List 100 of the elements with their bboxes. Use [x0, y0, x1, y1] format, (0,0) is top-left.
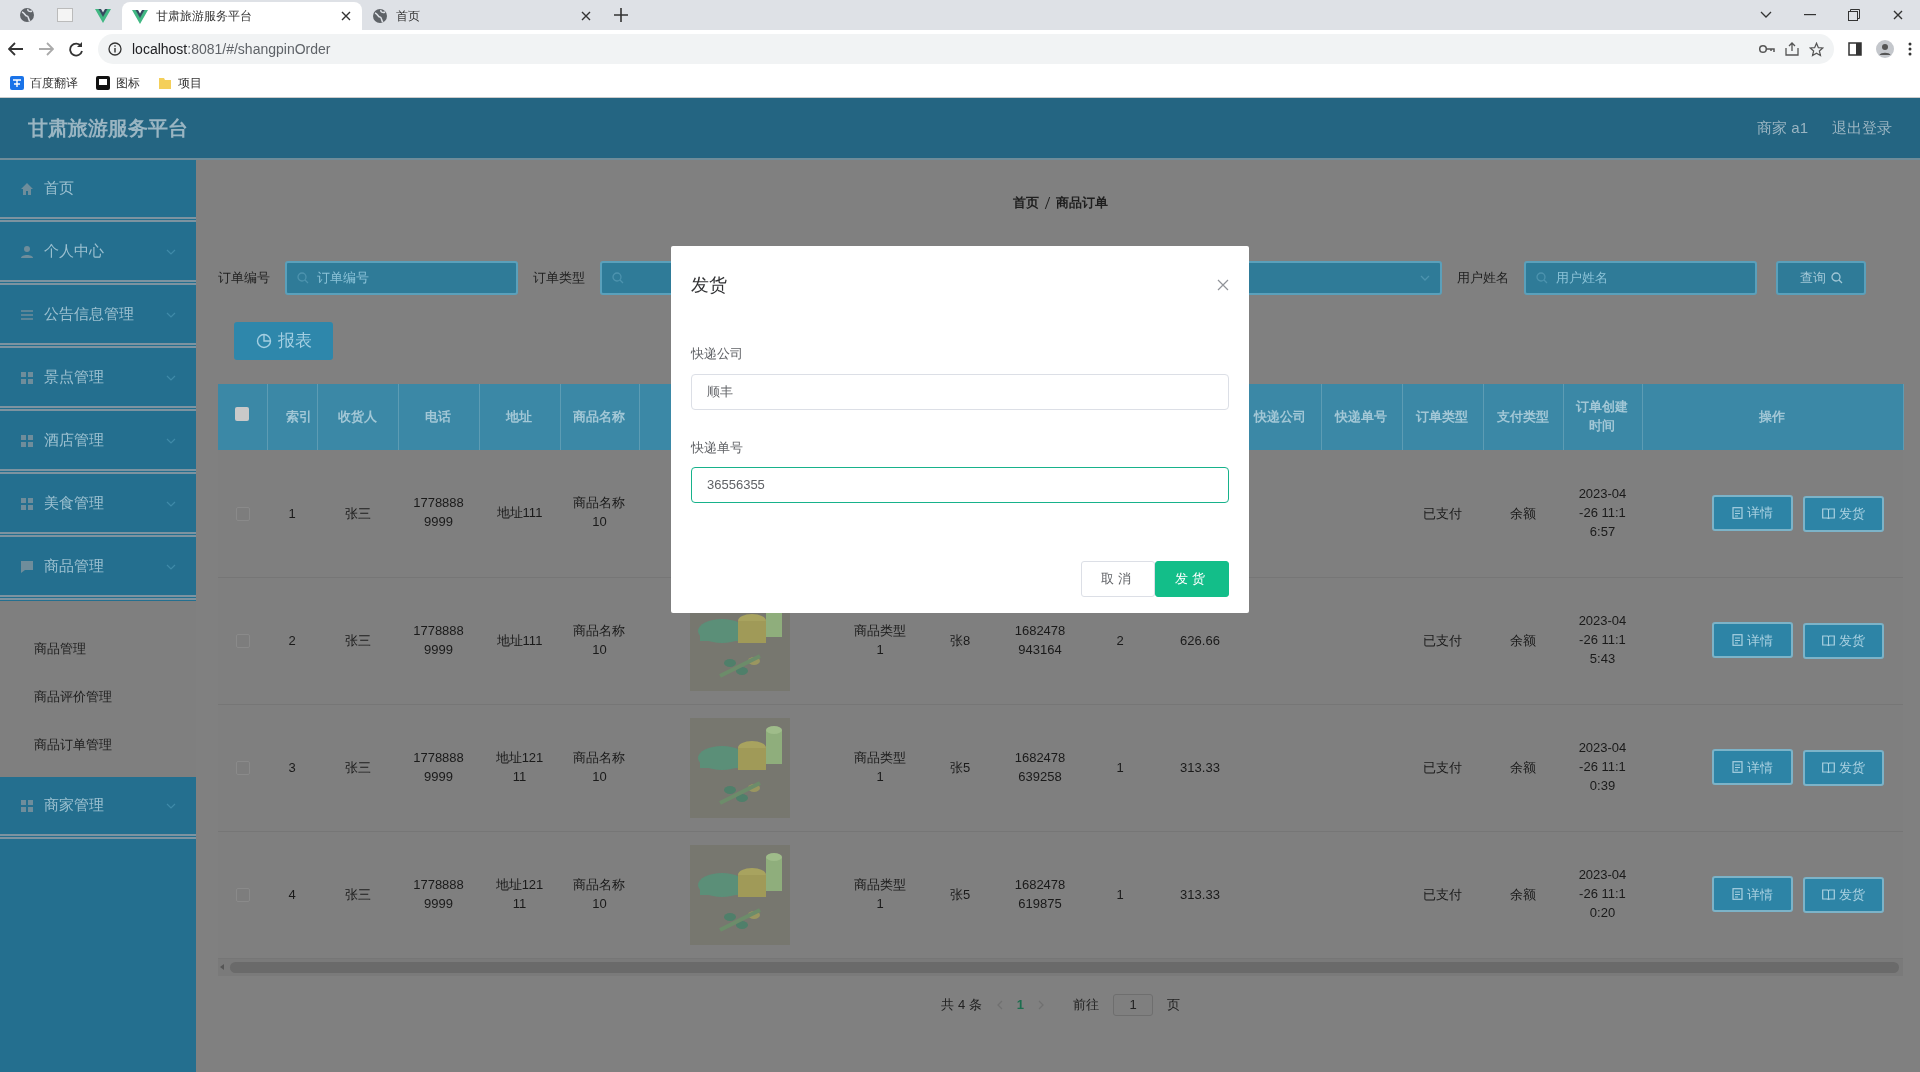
column-header: 收货人: [337, 408, 378, 427]
close-icon[interactable]: [1892, 9, 1904, 21]
url-text: localhost:8081/#/shangpinOrder: [132, 39, 331, 59]
bookmark-link[interactable]: 百度翻译: [30, 73, 78, 92]
details-button[interactable]: 详情: [1712, 495, 1793, 531]
filter-field[interactable]: 订单编号: [285, 261, 518, 295]
star-icon[interactable]: [1809, 41, 1824, 57]
minimize-icon[interactable]: [1804, 14, 1816, 16]
table-cell-text: 17788889999: [413, 621, 464, 659]
bookmark-link[interactable]: 图标: [116, 73, 140, 92]
table-cell-text: 商品类型1: [853, 621, 907, 659]
ship-button[interactable]: 发货: [1155, 561, 1229, 597]
filter-field[interactable]: 用户姓名: [1524, 261, 1757, 295]
plus-icon[interactable]: [614, 8, 628, 22]
column-header: 商品名称: [572, 408, 627, 427]
chevron-down-icon: [166, 563, 176, 570]
reload-icon[interactable]: [68, 41, 84, 57]
address-bar[interactable]: localhost:8081/#/shangpinOrder: [98, 34, 1834, 64]
close-icon[interactable]: [580, 10, 592, 22]
checkbox[interactable]: [235, 407, 250, 422]
vue-logo-icon[interactable]: [95, 7, 111, 23]
cancel-button[interactable]: 取消: [1081, 561, 1155, 597]
table-cell: 已支付: [1423, 505, 1462, 521]
sidebar-item[interactable]: 公告信息管理: [0, 286, 196, 348]
table-cell-text: 2023-04-26 11:10:39: [1577, 739, 1628, 795]
grid-icon: [20, 496, 34, 511]
table-cell: 张三: [344, 632, 371, 648]
filter-label: 订单类型: [533, 269, 585, 288]
table-cell-text: 地址111: [495, 504, 544, 523]
search-icon: [1830, 272, 1843, 284]
grid-icon: [20, 798, 34, 813]
table-cell: 余额: [1510, 632, 1536, 648]
side-panel-icon[interactable]: [1848, 42, 1862, 56]
page-input[interactable]: 1: [1113, 993, 1154, 1016]
submenu-item[interactable]: 商品订单管理: [0, 721, 196, 769]
table-cell: 2: [288, 632, 296, 648]
table-cell: 张5: [949, 886, 971, 902]
input-field[interactable]: 顺丰: [691, 373, 1229, 410]
table-cell: 已支付: [1423, 759, 1462, 775]
table-cell: 已支付: [1423, 632, 1462, 648]
details-button[interactable]: 详情: [1712, 622, 1793, 659]
browser-tab[interactable]: 甘肃旅游服务平台: [122, 2, 362, 30]
breadcrumb-item[interactable]: 商品订单: [1056, 193, 1109, 213]
submenu-item[interactable]: 商品评价管理: [0, 673, 196, 721]
search-button[interactable]: 查询: [1776, 261, 1866, 295]
back-arrow-icon[interactable]: [8, 42, 24, 56]
key-icon[interactable]: [1759, 44, 1775, 54]
report-button[interactable]: 报表: [234, 322, 333, 360]
browser-tab[interactable]: 首页: [362, 2, 602, 30]
table-cell: 626.66: [1180, 632, 1220, 648]
table-cell: 余额: [1510, 759, 1536, 775]
search-icon: [1536, 272, 1548, 284]
submenu-item[interactable]: 商品管理: [0, 625, 196, 673]
ship-button[interactable]: 发货: [1803, 749, 1884, 786]
table-cell-text: 地址111: [495, 631, 544, 650]
tab-title: 甘肃旅游服务平台: [156, 8, 253, 25]
table-cell-text: 商品名称10: [572, 748, 627, 786]
app-title: 甘肃旅游服务平台: [28, 116, 189, 141]
table-cell-text: 1682478619875: [1014, 875, 1066, 913]
globe-icon[interactable]: [19, 7, 35, 23]
sidebar-item[interactable]: 美食管理: [0, 475, 196, 537]
ship-button[interactable]: 发货: [1803, 495, 1884, 532]
column-header: 电话: [424, 408, 453, 427]
sidebar-item[interactable]: 商家管理: [0, 777, 196, 839]
details-button[interactable]: 详情: [1712, 876, 1793, 913]
column-header: 支付类型: [1496, 408, 1550, 427]
profile-icon[interactable]: [1876, 40, 1894, 58]
chevron-down-icon[interactable]: [1760, 11, 1772, 19]
sidebar-item[interactable]: 酒店管理: [0, 412, 196, 474]
logout-link[interactable]: 退出登录: [1832, 116, 1892, 140]
grid-icon: [20, 433, 34, 448]
table-cell-text: 2023-04-26 11:10:20: [1577, 866, 1628, 922]
sidebar-item[interactable]: 景点管理: [0, 349, 196, 411]
total-count: 共 4 条: [941, 995, 982, 1014]
tab-title: 首页: [396, 8, 421, 25]
document-icon: [1732, 507, 1743, 519]
table-cell: 1: [1116, 886, 1124, 902]
menu-icon[interactable]: [1908, 42, 1912, 56]
restore-icon[interactable]: [1848, 9, 1860, 21]
sidebar-item[interactable]: 首页: [0, 160, 196, 222]
details-button[interactable]: 详情: [1712, 749, 1793, 786]
page-number[interactable]: 1: [1016, 994, 1025, 1015]
table-cell-text: 商品名称10: [572, 621, 627, 659]
ship-button[interactable]: 发货: [1803, 622, 1884, 659]
breadcrumb-item[interactable]: 首页: [1013, 193, 1040, 213]
ship-button[interactable]: 发货: [1803, 876, 1884, 913]
table-cell-text: 2023-04-26 11:16:57: [1577, 485, 1628, 541]
table-cell-text: 1682478943164: [1014, 621, 1066, 659]
table-cell: 313.33: [1180, 886, 1220, 902]
bookmark-link[interactable]: 项目: [178, 73, 202, 92]
table-cell-text: 17788889999: [413, 494, 464, 532]
input-field[interactable]: 36556355: [691, 467, 1229, 503]
table-cell: 张三: [344, 886, 371, 902]
list-icon: [20, 307, 34, 322]
sidebar-item[interactable]: 个人中心: [0, 223, 196, 285]
dialog-title: 发货: [691, 273, 727, 297]
table-cell: 张三: [344, 759, 371, 775]
share-icon[interactable]: [1785, 42, 1799, 56]
close-icon[interactable]: [340, 10, 352, 22]
placeholder-text: 订单编号: [317, 269, 369, 288]
